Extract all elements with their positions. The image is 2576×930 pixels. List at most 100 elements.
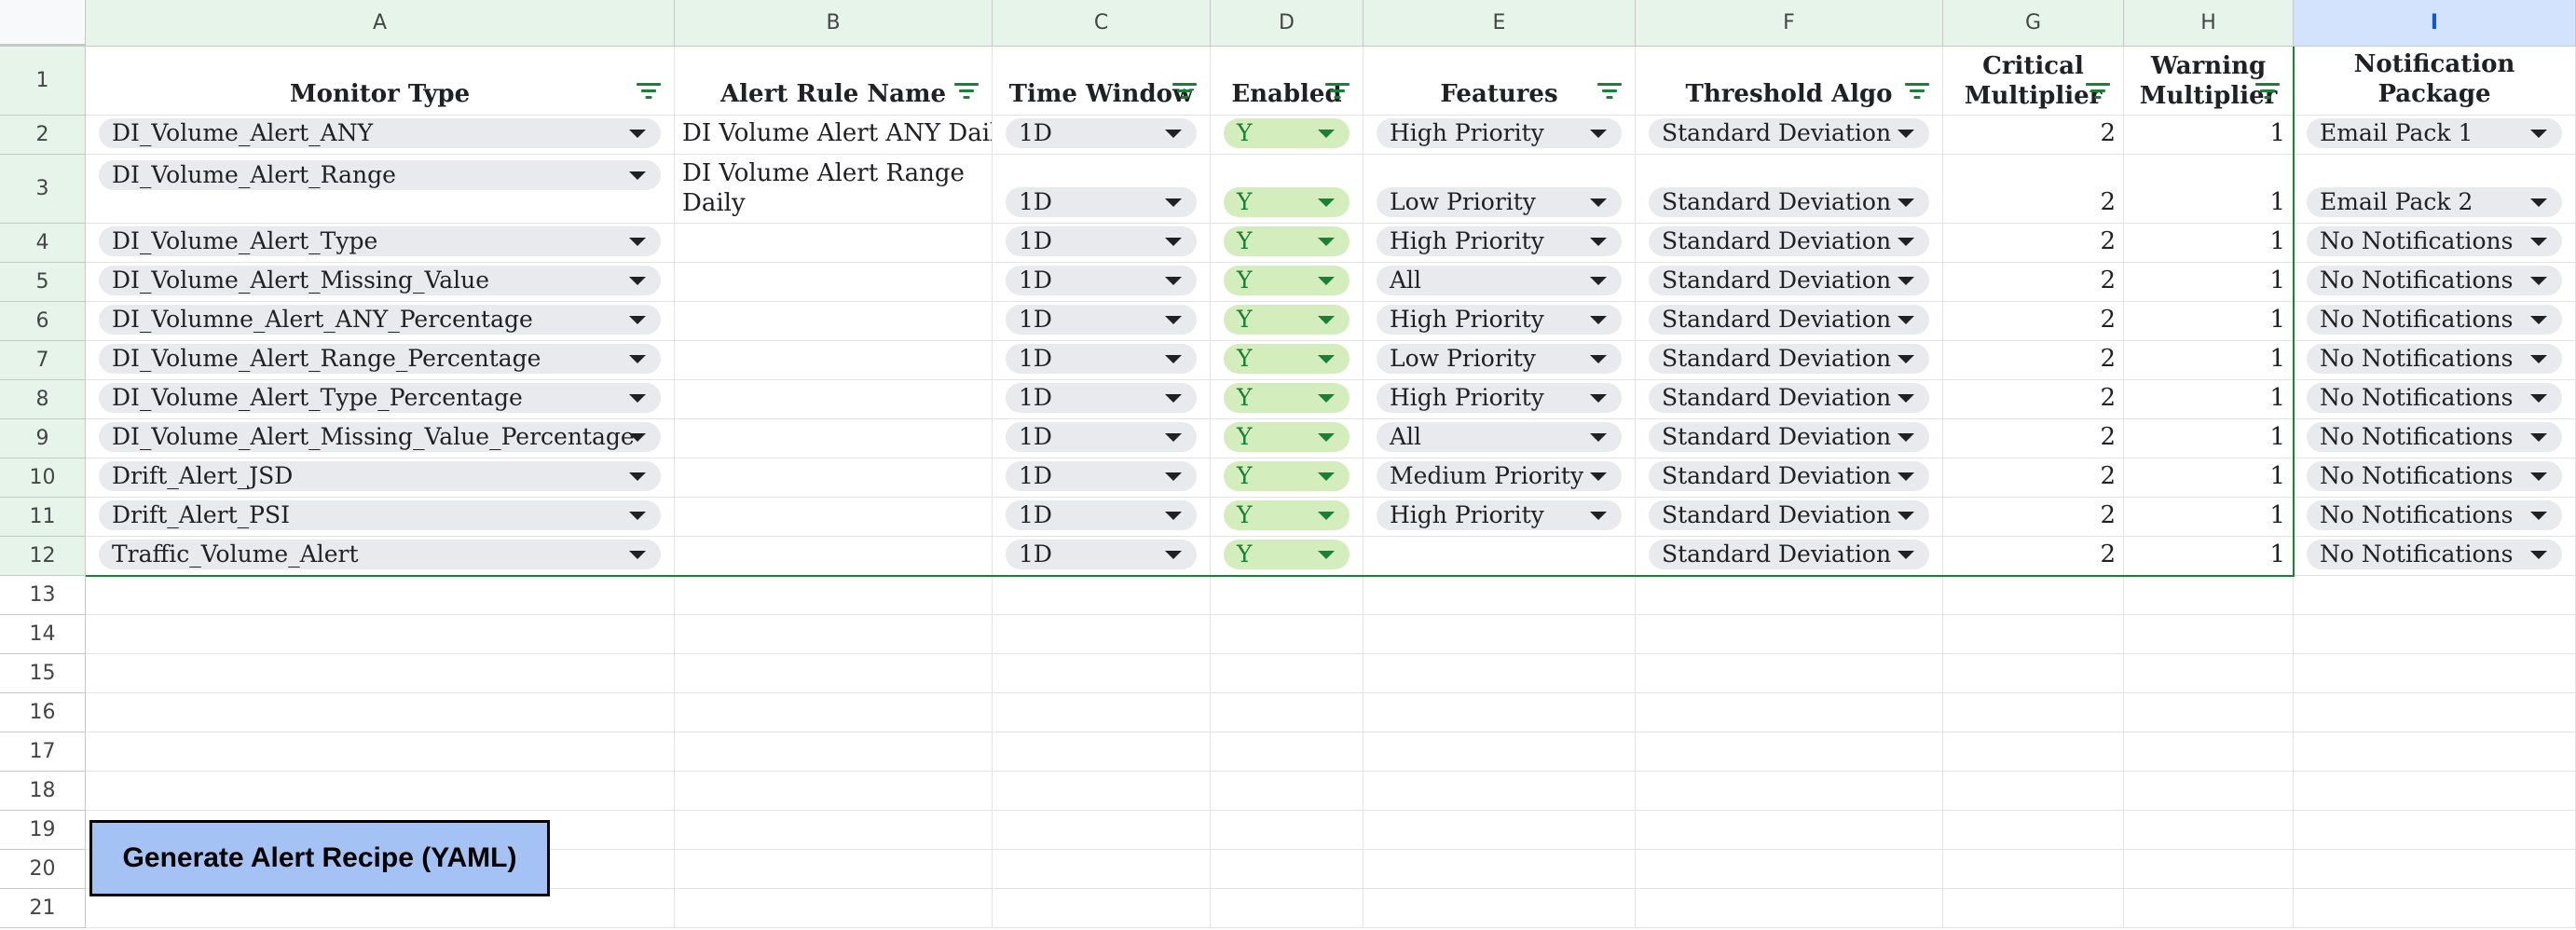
cell-d16[interactable] — [1211, 693, 1363, 732]
cell-g6[interactable]: 2 — [1943, 302, 2124, 341]
cell-g18[interactable] — [1943, 772, 2124, 811]
enabled-dropdown[interactable]: Y — [1224, 500, 1350, 530]
notification-package-dropdown[interactable]: No Notifications — [2307, 226, 2562, 256]
dropdown-arrow-icon[interactable] — [2530, 394, 2547, 403]
filter-icon[interactable] — [1905, 83, 1929, 102]
threshold-algo-dropdown[interactable]: Standard Deviation — [1649, 540, 1929, 569]
cell-b8[interactable] — [675, 380, 993, 419]
cell-a5[interactable]: DI_Volume_Alert_Missing_Value — [86, 263, 675, 302]
threshold-algo-dropdown[interactable]: Standard Deviation — [1649, 118, 1929, 148]
cell-g15[interactable] — [1943, 654, 2124, 693]
dropdown-arrow-icon[interactable] — [1590, 198, 1607, 207]
cell-h21[interactable] — [2124, 889, 2294, 928]
dropdown-arrow-icon[interactable] — [2530, 198, 2547, 207]
dropdown-arrow-icon[interactable] — [1590, 433, 1607, 442]
dropdown-arrow-icon[interactable] — [1898, 316, 1914, 324]
enabled-dropdown[interactable]: Y — [1224, 266, 1350, 295]
cell-a16[interactable] — [86, 693, 675, 732]
monitor-type-dropdown[interactable]: DI_Volume_Alert_Type — [99, 226, 661, 256]
cell-i11[interactable]: No Notifications — [2294, 498, 2576, 537]
cell-e4[interactable]: High Priority — [1363, 224, 1636, 263]
cell-g21[interactable] — [1943, 889, 2124, 928]
cell-i14[interactable] — [2294, 615, 2576, 654]
cell-a13[interactable] — [86, 576, 675, 615]
threshold-algo-dropdown[interactable]: Standard Deviation — [1649, 383, 1929, 413]
features-dropdown[interactable]: All — [1377, 266, 1622, 295]
column-header-f[interactable]: F — [1636, 0, 1943, 47]
threshold-algo-dropdown[interactable]: Standard Deviation — [1649, 266, 1929, 295]
cell-i6[interactable]: No Notifications — [2294, 302, 2576, 341]
features-dropdown[interactable]: High Priority — [1377, 305, 1622, 335]
dropdown-arrow-icon[interactable] — [1318, 394, 1335, 403]
cell-c17[interactable] — [993, 732, 1211, 772]
dropdown-arrow-icon[interactable] — [629, 130, 646, 138]
cell-d6[interactable]: Y — [1211, 302, 1363, 341]
cell-g8[interactable]: 2 — [1943, 380, 2124, 419]
cell-a8[interactable]: DI_Volume_Alert_Type_Percentage — [86, 380, 675, 419]
dropdown-arrow-icon[interactable] — [1165, 551, 1182, 559]
monitor-type-dropdown[interactable]: DI_Volume_Alert_Missing_Value — [99, 266, 661, 295]
enabled-dropdown[interactable]: Y — [1224, 226, 1350, 256]
row-header-20[interactable]: 20 — [0, 850, 86, 889]
cell-d2[interactable]: Y — [1211, 116, 1363, 155]
cell-f2[interactable]: Standard Deviation — [1636, 116, 1943, 155]
row-header-19[interactable]: 19 — [0, 811, 86, 850]
notification-package-dropdown[interactable]: No Notifications — [2307, 540, 2562, 569]
cell-e21[interactable] — [1363, 889, 1636, 928]
cell-f21[interactable] — [1636, 889, 1943, 928]
monitor-type-dropdown[interactable]: DI_Volumne_Alert_ANY_Percentage — [99, 305, 661, 335]
cell-i15[interactable] — [2294, 654, 2576, 693]
dropdown-arrow-icon[interactable] — [1590, 316, 1607, 324]
cell-h11[interactable]: 1 — [2124, 498, 2294, 537]
cell-b15[interactable] — [675, 654, 993, 693]
row-header-6[interactable]: 6 — [0, 302, 86, 341]
cell-c21[interactable] — [993, 889, 1211, 928]
cell-g2[interactable]: 2 — [1943, 116, 2124, 155]
dropdown-arrow-icon[interactable] — [629, 277, 646, 285]
cell-b14[interactable] — [675, 615, 993, 654]
monitor-type-dropdown[interactable]: DI_Volume_Alert_Range_Percentage — [99, 344, 661, 374]
cell-f14[interactable] — [1636, 615, 1943, 654]
cell-g13[interactable] — [1943, 576, 2124, 615]
column-header-b[interactable]: B — [675, 0, 993, 47]
cell-h12[interactable]: 1 — [2124, 537, 2294, 576]
time-window-dropdown[interactable]: 1D — [1006, 422, 1197, 452]
cell-g9[interactable]: 2 — [1943, 419, 2124, 458]
cell-i12[interactable]: No Notifications — [2294, 537, 2576, 576]
dropdown-arrow-icon[interactable] — [1898, 238, 1914, 246]
dropdown-arrow-icon[interactable] — [1590, 512, 1607, 520]
cell-h1[interactable]: Warning Multiplier — [2124, 47, 2294, 116]
filter-icon[interactable] — [1597, 83, 1622, 102]
monitor-type-dropdown[interactable]: DI_Volume_Alert_Range — [99, 160, 661, 190]
cell-d18[interactable] — [1211, 772, 1363, 811]
dropdown-arrow-icon[interactable] — [2530, 277, 2547, 285]
cell-e9[interactable]: All — [1363, 419, 1636, 458]
dropdown-arrow-icon[interactable] — [1898, 512, 1914, 520]
cell-e13[interactable] — [1363, 576, 1636, 615]
cell-b16[interactable] — [675, 693, 993, 732]
features-dropdown[interactable]: High Priority — [1377, 226, 1622, 256]
cell-c11[interactable]: 1D — [993, 498, 1211, 537]
cell-b12[interactable] — [675, 537, 993, 576]
cell-g3[interactable]: 2 — [1943, 155, 2124, 224]
cell-c19[interactable] — [993, 811, 1211, 850]
row-header-11[interactable]: 11 — [0, 498, 86, 537]
cell-h7[interactable]: 1 — [2124, 341, 2294, 380]
cell-c4[interactable]: 1D — [993, 224, 1211, 263]
row-header-16[interactable]: 16 — [0, 693, 86, 732]
cell-e16[interactable] — [1363, 693, 1636, 732]
dropdown-arrow-icon[interactable] — [1165, 433, 1182, 442]
time-window-dropdown[interactable]: 1D — [1006, 187, 1197, 217]
cell-i3[interactable]: Email Pack 2 — [2294, 155, 2576, 224]
cell-g11[interactable]: 2 — [1943, 498, 2124, 537]
cell-a12[interactable]: Traffic_Volume_Alert — [86, 537, 675, 576]
threshold-algo-dropdown[interactable]: Standard Deviation — [1649, 187, 1929, 217]
dropdown-arrow-icon[interactable] — [1318, 472, 1335, 481]
monitor-type-dropdown[interactable]: DI_Volume_Alert_ANY — [99, 118, 661, 148]
cell-d7[interactable]: Y — [1211, 341, 1363, 380]
dropdown-arrow-icon[interactable] — [2530, 512, 2547, 520]
cell-i9[interactable]: No Notifications — [2294, 419, 2576, 458]
row-header-12[interactable]: 12 — [0, 537, 86, 576]
enabled-dropdown[interactable]: Y — [1224, 305, 1350, 335]
cell-c5[interactable]: 1D — [993, 263, 1211, 302]
